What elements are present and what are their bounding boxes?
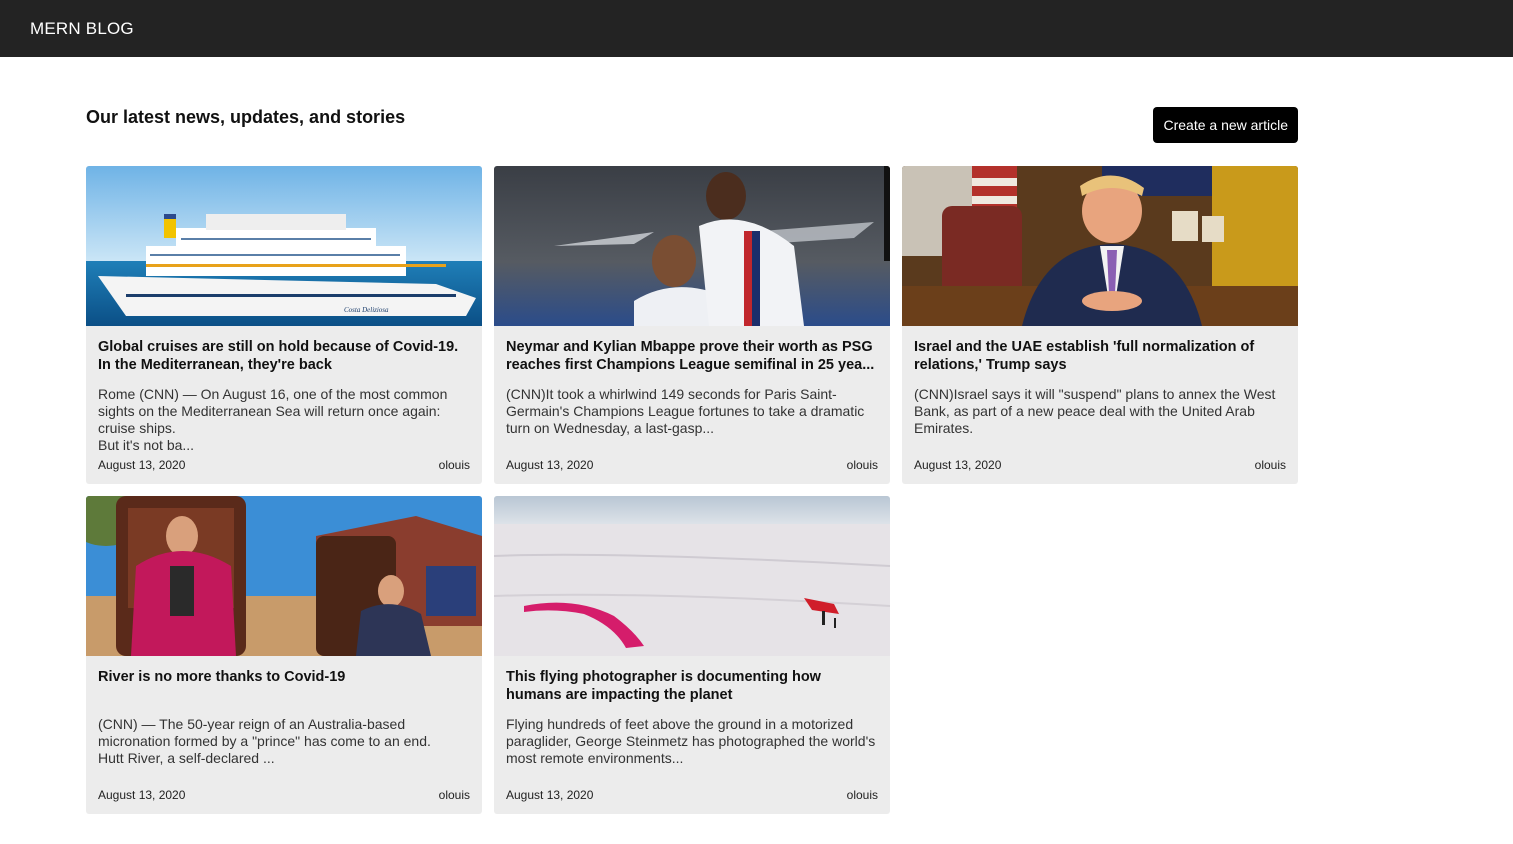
create-article-button[interactable]: Create a new article [1153, 107, 1298, 143]
article-card[interactable]: Neymar and Kylian Mbappe prove their wor… [494, 166, 890, 484]
article-author: olouis [846, 788, 878, 802]
article-title[interactable]: Neymar and Kylian Mbappe prove their wor… [506, 338, 878, 374]
article-date: August 13, 2020 [914, 458, 1002, 472]
article-excerpt: (CNN)It took a whirlwind 149 seconds for… [506, 386, 865, 436]
salt-flat-helicopter-image [494, 496, 890, 656]
brand-logo-link[interactable]: MERN BLOG [30, 19, 134, 39]
article-date: August 13, 2020 [506, 458, 594, 472]
page-header: Our latest news, updates, and stories Cr… [86, 107, 1298, 143]
article-title[interactable]: This flying photographer is documenting … [506, 668, 878, 704]
article-author: olouis [438, 458, 470, 472]
article-card[interactable]: River is no more thanks to Covid-19 (CNN… [86, 496, 482, 814]
cruise-ship-image: Costa Deliziosa [86, 166, 482, 326]
article-title[interactable]: River is no more thanks to Covid-19 [98, 668, 470, 704]
football-players-image [494, 166, 890, 326]
article-grid: Costa Deliziosa Global cruises are still… [86, 166, 1298, 814]
article-excerpt: Rome (CNN) — On August 16, one of the mo… [98, 386, 448, 453]
top-navbar: MERN BLOG [0, 0, 1513, 57]
article-excerpt: (CNN) — The 50-year reign of an Australi… [98, 716, 431, 766]
article-card[interactable]: This flying photographer is documenting … [494, 496, 890, 814]
article-date: August 13, 2020 [98, 788, 186, 802]
article-title[interactable]: Israel and the UAE establish 'full norma… [914, 338, 1286, 374]
article-date: August 13, 2020 [98, 458, 186, 472]
article-author: olouis [438, 788, 470, 802]
article-card[interactable]: Israel and the UAE establish 'full norma… [902, 166, 1298, 484]
article-excerpt: (CNN)Israel says it will "suspend" plans… [914, 386, 1276, 436]
page-title: Our latest news, updates, and stories [86, 107, 406, 127]
article-author: olouis [1254, 458, 1286, 472]
article-title[interactable]: Global cruises are still on hold because… [98, 338, 470, 374]
article-card[interactable]: Costa Deliziosa Global cruises are still… [86, 166, 482, 484]
article-excerpt: Flying hundreds of feet above the ground… [506, 716, 876, 766]
svg-text:Costa Deliziosa: Costa Deliziosa [344, 306, 389, 314]
oval-office-image [902, 166, 1298, 326]
article-author: olouis [846, 458, 878, 472]
article-date: August 13, 2020 [506, 788, 594, 802]
throne-couple-image [86, 496, 482, 656]
